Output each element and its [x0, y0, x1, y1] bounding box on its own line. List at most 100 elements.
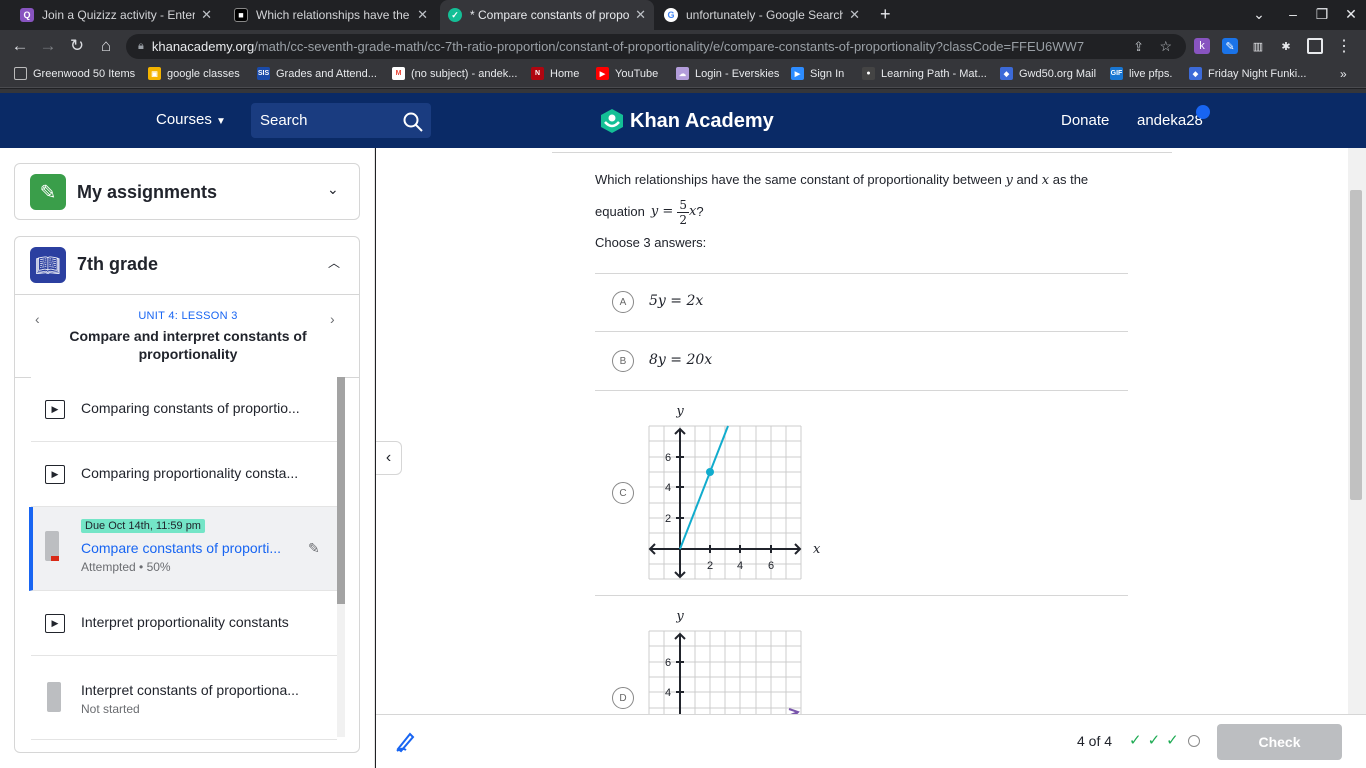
- url-path: /math/cc-seventh-grade-math/cc-7th-ratio…: [254, 39, 1085, 54]
- choice-letter: D: [612, 687, 634, 709]
- choice-b[interactable]: B 8y = 20x: [595, 331, 1128, 390]
- puzzle-icon[interactable]: ✱: [1278, 38, 1294, 54]
- graph-d: y 4 6: [648, 609, 802, 714]
- choice-letter: A: [612, 291, 634, 313]
- x-tick-label: 2: [707, 560, 713, 572]
- extension-icon[interactable]: ▥: [1250, 38, 1266, 54]
- bookmark-grades[interactable]: SIS Grades and Attend...: [257, 67, 377, 80]
- lesson-item[interactable]: ▶ Comparing proportionality consta...: [31, 442, 337, 507]
- user-menu[interactable]: andeka28: [1137, 112, 1203, 129]
- tab-compare-constants[interactable]: ✓ * Compare constants of proporti ✕: [440, 0, 654, 30]
- pen-extension-icon[interactable]: ✎: [1222, 38, 1238, 54]
- bookmark-star-icon[interactable]: ☆: [1159, 38, 1172, 55]
- home-icon[interactable]: ⌂: [96, 37, 116, 55]
- lesson-item[interactable]: Interpret constants of proportiona... No…: [31, 656, 337, 740]
- search-input[interactable]: Search: [251, 103, 431, 138]
- lesson-item-title: Comparing constants of proportio...: [81, 400, 300, 416]
- equation-math: y =: [650, 204, 678, 219]
- tab-google-search[interactable]: G unfortunately - Google Search ✕: [656, 0, 868, 30]
- y-axis-label: y: [675, 404, 684, 419]
- bookmark-gmail[interactable]: M (no subject) - andek...: [392, 67, 517, 80]
- question-prefix: Which relationships have the same consta…: [595, 172, 1002, 187]
- courses-label: Courses: [156, 111, 212, 128]
- my-assignments-card[interactable]: ✎ My assignments ⌄: [14, 163, 360, 220]
- close-icon[interactable]: ✕: [635, 7, 646, 23]
- courses-menu[interactable]: Courses ▼: [156, 111, 226, 128]
- close-icon[interactable]: ✕: [201, 7, 212, 23]
- bookmark-fnf[interactable]: ◆ Friday Night Funki...: [1189, 67, 1306, 80]
- close-icon[interactable]: ✕: [417, 7, 428, 23]
- gif-icon: GIF: [1110, 67, 1123, 80]
- choice-c[interactable]: C y x 2 4 6 2 4 6: [595, 390, 1128, 595]
- khan-header: Courses ▼ Search Khan Academy Donate and…: [0, 93, 1366, 148]
- chevron-down-icon: ⌄: [327, 181, 339, 197]
- bookmark-youtube[interactable]: ▶ YouTube: [596, 67, 658, 80]
- bookmark-google-classes[interactable]: ▣ google classes: [148, 67, 240, 80]
- tab-quizizz[interactable]: Q Join a Quizizz activity - Enter co ✕: [12, 0, 220, 30]
- exercise-area: ‹ Which relationships have the same cons…: [376, 148, 1348, 714]
- choice-d[interactable]: D y 4 6: [595, 595, 1128, 714]
- new-tab-icon[interactable]: +: [880, 4, 891, 25]
- question-and: and: [1016, 172, 1039, 187]
- math-var-x: x: [1041, 173, 1050, 188]
- bookmark-sign-in[interactable]: ▶ Sign In: [791, 67, 844, 80]
- page-scroll-thumb[interactable]: [1350, 190, 1362, 500]
- people-icon: ◆: [1189, 67, 1202, 80]
- bookmark-label: Home: [550, 67, 580, 80]
- check-button[interactable]: Check: [1217, 724, 1342, 760]
- more-bookmarks-icon[interactable]: »: [1340, 67, 1347, 81]
- khan-hexagon-icon: [601, 109, 623, 133]
- choice-a[interactable]: A 5y = 2x: [595, 273, 1128, 331]
- grade-title: 7th grade: [77, 254, 159, 274]
- lesson-item-current[interactable]: Due Oct 14th, 11:59 pm Compare constants…: [29, 507, 337, 591]
- bookmark-greenwood[interactable]: Greenwood 50 Items: [14, 67, 135, 80]
- lesson-item[interactable]: ▶ Interpret proportionality constants: [31, 591, 337, 656]
- close-icon[interactable]: ✕: [849, 7, 860, 23]
- khan-academy-icon: ✓: [448, 8, 462, 22]
- bookmark-home[interactable]: N Home: [531, 67, 579, 80]
- bookmark-live-pfps[interactable]: GIF live pfps.: [1110, 67, 1172, 80]
- y-tick-label: 4: [665, 687, 671, 699]
- kami-extension-icon[interactable]: k: [1194, 38, 1210, 54]
- restore-icon[interactable]: ❐: [1312, 6, 1332, 23]
- side-panel-icon[interactable]: [1307, 38, 1323, 54]
- bookmark-everskies[interactable]: ☁ Login - Everskies: [676, 67, 779, 80]
- fraction-5-2: 52: [677, 197, 690, 227]
- folder-icon: [14, 67, 27, 80]
- caret-down-icon: ▼: [216, 116, 226, 127]
- book-icon: 📖︎: [30, 247, 66, 283]
- bookmark-learning-path[interactable]: ● Learning Path - Mat...: [862, 67, 987, 80]
- progress-counter: 4 of 4: [1077, 733, 1113, 749]
- donate-link[interactable]: Donate: [1061, 112, 1109, 129]
- minimize-icon[interactable]: –: [1283, 6, 1303, 22]
- x-tick-label: 4: [737, 560, 743, 572]
- choice-equation: 8y = 20x: [649, 352, 713, 368]
- youtube-icon: ▶: [596, 67, 609, 80]
- address-bar[interactable]: 🔒︎ khanacademy.org/math/cc-seventh-grade…: [126, 34, 1186, 59]
- back-icon[interactable]: ←: [10, 37, 30, 55]
- people-icon: ◆: [1000, 67, 1013, 80]
- bookmark-label: google classes: [167, 67, 240, 80]
- tab-strip: Q Join a Quizizz activity - Enter co ✕ ■…: [0, 0, 1366, 30]
- chevron-up-icon[interactable]: ︿: [328, 254, 340, 271]
- math-var-y: y: [1005, 173, 1013, 188]
- forward-icon[interactable]: →: [38, 37, 58, 55]
- scratchpad-pencil-icon[interactable]: [394, 729, 418, 753]
- equation-math-x: x: [689, 204, 697, 219]
- unit-label: UNIT 4: LESSON 3: [138, 310, 238, 322]
- reload-icon[interactable]: ↻: [67, 37, 87, 55]
- bookmark-label: Learning Path - Mat...: [881, 67, 987, 80]
- gmail-icon: M: [392, 67, 405, 80]
- x-tick-label: 6: [768, 560, 774, 572]
- menu-icon[interactable]: ⋮: [1336, 38, 1352, 55]
- tab-search-icon[interactable]: ⌄: [1249, 6, 1269, 23]
- sidebar-scroll-thumb[interactable]: [337, 377, 345, 604]
- collapse-sidebar-button[interactable]: ‹: [376, 441, 402, 475]
- tab-which-relationships[interactable]: ■ Which relationships have the sa ✕: [226, 0, 436, 30]
- bookmark-mail[interactable]: ◆ Gwd50.org Mail: [1000, 67, 1096, 80]
- search-icon: [403, 112, 423, 132]
- khan-logo[interactable]: Khan Academy: [600, 108, 774, 134]
- share-icon[interactable]: ⇪: [1133, 39, 1144, 55]
- close-window-icon[interactable]: ✕: [1341, 6, 1361, 23]
- lesson-item[interactable]: ▶ Comparing constants of proportio...: [31, 377, 337, 442]
